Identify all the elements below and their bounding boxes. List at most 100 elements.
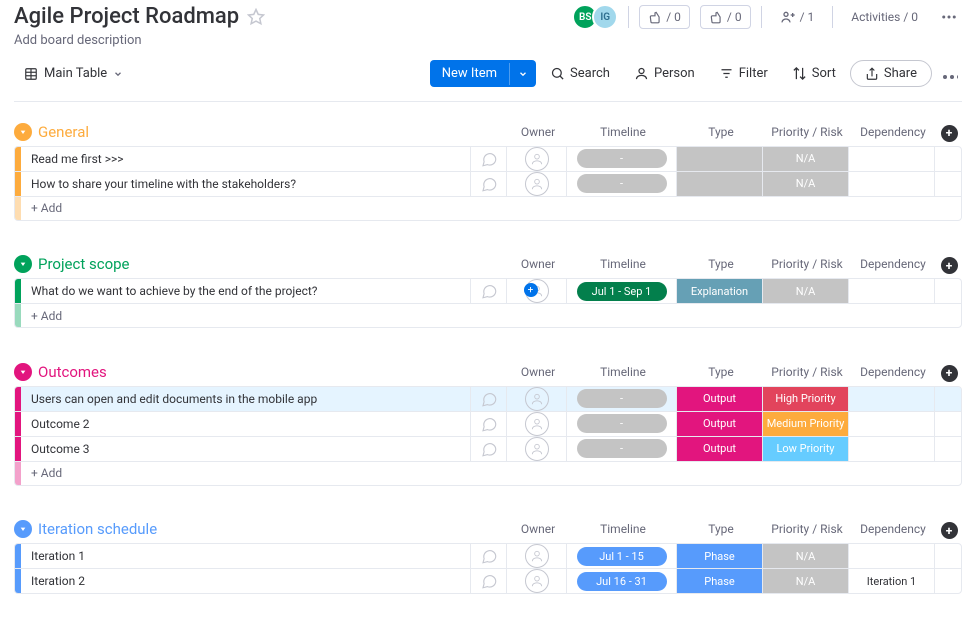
column-header-type[interactable]: Type	[678, 125, 764, 139]
column-header-type[interactable]: Type	[678, 257, 764, 271]
add-item-button[interactable]: + Add	[21, 304, 961, 327]
owner-cell[interactable]	[507, 569, 567, 593]
item-name[interactable]: What do we want to achieve by the end of…	[21, 279, 471, 303]
search-button[interactable]: Search	[540, 60, 620, 87]
timeline-cell[interactable]: -	[567, 172, 677, 196]
timeline-cell[interactable]: Jul 1 - Sep 1	[567, 279, 677, 303]
owner-cell[interactable]	[507, 387, 567, 411]
timeline-cell[interactable]: -	[567, 437, 677, 461]
column-header-priority[interactable]: Priority / Risk	[764, 365, 850, 379]
add-column-button[interactable]: +	[936, 362, 962, 382]
timeline-cell[interactable]: -	[567, 387, 677, 411]
priority-cell[interactable]: N/A	[763, 279, 849, 303]
members-button[interactable]: / 1	[772, 5, 823, 29]
add-column-button[interactable]: +	[936, 520, 962, 540]
dependency-cell[interactable]	[849, 412, 935, 436]
dependency-cell[interactable]	[849, 544, 935, 568]
new-item-dropdown-icon[interactable]	[509, 63, 536, 85]
chat-icon[interactable]	[471, 437, 507, 461]
column-header-priority[interactable]: Priority / Risk	[764, 257, 850, 271]
column-header-priority[interactable]: Priority / Risk	[764, 125, 850, 139]
thumbs-down-button[interactable]: / 0	[639, 5, 690, 29]
chat-icon[interactable]	[471, 569, 507, 593]
avatar-stack[interactable]: BS IG	[578, 4, 618, 30]
dependency-cell[interactable]	[849, 147, 935, 171]
item-name[interactable]: Read me first >>>	[21, 147, 471, 171]
column-header-dependency[interactable]: Dependency	[850, 125, 936, 139]
column-header-timeline[interactable]: Timeline	[568, 125, 678, 139]
add-item-button[interactable]: + Add	[21, 462, 961, 485]
priority-cell[interactable]: N/A	[763, 172, 849, 196]
dependency-cell[interactable]: Iteration 1	[849, 569, 935, 593]
column-header-type[interactable]: Type	[678, 522, 764, 536]
item-name[interactable]: Iteration 1	[21, 544, 471, 568]
main-table-view[interactable]: Main Table	[14, 61, 133, 86]
group-collapse-icon[interactable]	[14, 123, 32, 141]
activities-button[interactable]: Activities / 0	[843, 6, 926, 28]
board-description[interactable]: Add board description	[14, 33, 265, 48]
priority-cell[interactable]: Low Priority	[763, 437, 849, 461]
priority-cell[interactable]: High Priority	[763, 387, 849, 411]
group-title[interactable]: Iteration schedule	[38, 520, 508, 538]
timeline-cell[interactable]: Jul 1 - 15	[567, 544, 677, 568]
dependency-cell[interactable]	[849, 279, 935, 303]
add-owner-icon[interactable]: +	[524, 283, 538, 297]
add-column-button[interactable]: +	[936, 122, 962, 142]
column-header-timeline[interactable]: Timeline	[568, 522, 678, 536]
item-name[interactable]: Outcome 3	[21, 437, 471, 461]
column-header-priority[interactable]: Priority / Risk	[764, 522, 850, 536]
chat-icon[interactable]	[471, 387, 507, 411]
column-header-owner[interactable]: Owner	[508, 365, 568, 379]
item-name[interactable]: Outcome 2	[21, 412, 471, 436]
column-header-dependency[interactable]: Dependency	[850, 365, 936, 379]
type-cell[interactable]: Output	[677, 412, 763, 436]
new-item-button[interactable]: New Item	[430, 60, 536, 87]
column-header-type[interactable]: Type	[678, 365, 764, 379]
owner-cell[interactable]	[507, 544, 567, 568]
group-collapse-icon[interactable]	[14, 520, 32, 538]
group-collapse-icon[interactable]	[14, 363, 32, 381]
favorite-star-icon[interactable]	[247, 8, 265, 26]
filter-button[interactable]: Filter	[709, 60, 778, 87]
add-item-button[interactable]: + Add	[21, 197, 961, 220]
owner-cell[interactable]	[507, 147, 567, 171]
owner-cell[interactable]: +	[507, 279, 567, 303]
item-name[interactable]: Users can open and edit documents in the…	[21, 387, 471, 411]
thumbs-up-button[interactable]: / 0	[700, 5, 751, 29]
group-title[interactable]: Outcomes	[38, 363, 508, 381]
dependency-cell[interactable]	[849, 387, 935, 411]
owner-cell[interactable]	[507, 172, 567, 196]
priority-cell[interactable]: N/A	[763, 569, 849, 593]
priority-cell[interactable]: Medium Priority	[763, 412, 849, 436]
priority-cell[interactable]: N/A	[763, 544, 849, 568]
chat-icon[interactable]	[471, 279, 507, 303]
timeline-cell[interactable]: -	[567, 147, 677, 171]
share-button[interactable]: Share	[850, 60, 932, 87]
chat-icon[interactable]	[471, 544, 507, 568]
item-name[interactable]: How to share your timeline with the stak…	[21, 172, 471, 196]
chat-icon[interactable]	[471, 412, 507, 436]
toolbar-more-icon[interactable]	[936, 61, 962, 87]
type-cell[interactable]: Explanation	[677, 279, 763, 303]
group-title[interactable]: Project scope	[38, 255, 508, 273]
timeline-cell[interactable]: Jul 16 - 31	[567, 569, 677, 593]
sort-button[interactable]: Sort	[782, 60, 846, 87]
dependency-cell[interactable]	[849, 172, 935, 196]
column-header-timeline[interactable]: Timeline	[568, 257, 678, 271]
timeline-cell[interactable]: -	[567, 412, 677, 436]
type-cell[interactable]	[677, 147, 763, 171]
column-header-owner[interactable]: Owner	[508, 125, 568, 139]
type-cell[interactable]: Phase	[677, 544, 763, 568]
type-cell[interactable]	[677, 172, 763, 196]
group-collapse-icon[interactable]	[14, 255, 32, 273]
type-cell[interactable]: Phase	[677, 569, 763, 593]
person-filter-button[interactable]: Person	[624, 60, 705, 87]
group-title[interactable]: General	[38, 123, 508, 141]
board-title[interactable]: Agile Project Roadmap	[14, 4, 239, 29]
column-header-owner[interactable]: Owner	[508, 257, 568, 271]
owner-cell[interactable]	[507, 412, 567, 436]
owner-cell[interactable]	[507, 437, 567, 461]
chat-icon[interactable]	[471, 172, 507, 196]
priority-cell[interactable]: N/A	[763, 147, 849, 171]
type-cell[interactable]: Output	[677, 387, 763, 411]
